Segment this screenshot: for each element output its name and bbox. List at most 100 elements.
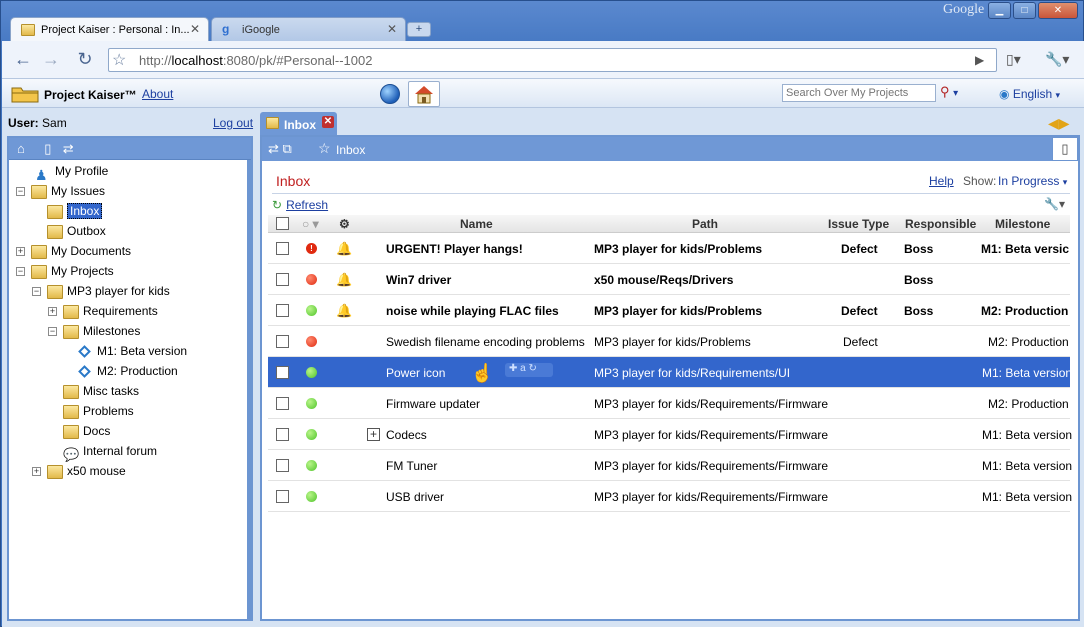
row-checkbox[interactable] — [276, 304, 289, 317]
navigation-panel: ⌂ ▯ ⇄ ♟ My Profile − My Issues Inbox Outbo… — [7, 136, 253, 621]
new-tab-button[interactable]: + — [407, 22, 431, 37]
tree-node-my-documents[interactable]: + My Documents — [16, 241, 131, 261]
table-row[interactable]: 🔔 Win7 driver x50 mouse/Reqs/Drivers Bos… — [268, 264, 1070, 295]
table-row-selected[interactable]: Power icon ✚ a ↻ ☝ MP3 player for kids/R… — [268, 357, 1072, 388]
col-issue-type[interactable]: Issue Type — [828, 217, 889, 231]
search-input[interactable] — [782, 84, 936, 102]
logout-link[interactable]: Log out — [213, 116, 253, 130]
tree-node-problems[interactable]: Problems — [63, 401, 134, 421]
tree-node-m2[interactable]: M2: Production — [77, 361, 178, 381]
new-document-icon[interactable]: ▯ — [44, 141, 51, 157]
expand-icon[interactable]: + — [32, 467, 41, 477]
row-checkbox[interactable] — [276, 459, 289, 472]
row-actions-icon[interactable]: ✚ a ↻ — [505, 363, 553, 377]
collapse-icon[interactable]: − — [32, 287, 41, 297]
reload-button[interactable]: ↻ — [72, 47, 98, 73]
table-row[interactable]: FM Tuner MP3 player for kids/Requirement… — [268, 450, 1072, 481]
col-name[interactable]: Name — [460, 217, 493, 231]
tree-node-misc-tasks[interactable]: Misc tasks — [63, 381, 139, 401]
close-window-button[interactable]: ✕ — [1038, 2, 1078, 19]
globe-small-icon: ◉ — [999, 87, 1010, 101]
user-name: Sam — [42, 116, 67, 130]
show-filter-dropdown[interactable]: In Progress ▾ — [998, 174, 1067, 188]
tree-node-my-issues[interactable]: − My Issues — [16, 181, 105, 201]
milestone-icon — [78, 365, 91, 379]
row-checkbox[interactable] — [276, 490, 289, 503]
table-row[interactable]: Swedish filename encoding problems MP3 p… — [268, 326, 1070, 357]
expand-icon[interactable]: + — [48, 307, 57, 317]
tree-node-my-profile[interactable]: ♟ My Profile — [35, 161, 108, 183]
tree-node-m1[interactable]: M1: Beta version — [77, 341, 187, 361]
home-button[interactable] — [408, 81, 440, 107]
tree-node-milestones[interactable]: − Milestones — [48, 321, 140, 341]
folder-icon — [31, 244, 47, 259]
table-row[interactable]: Firmware updater MP3 player for kids/Req… — [268, 388, 1070, 419]
document-icon[interactable]: ▯ — [1052, 137, 1078, 161]
col-milestone[interactable]: Milestone — [995, 217, 1050, 231]
page-menu-icon[interactable]: ▯▾ — [1006, 51, 1021, 68]
page-title: Inbox — [276, 173, 311, 189]
project-folder-icon — [47, 464, 63, 479]
panel-splitter[interactable] — [247, 160, 251, 619]
go-icon[interactable]: ▶ — [975, 53, 984, 67]
app-area: Project Kaiser™ About ⚲ ▾ ◉ English ▾ Us… — [2, 79, 1084, 627]
expand-icon[interactable]: + — [367, 428, 380, 441]
browser-tab-active[interactable]: Project Kaiser : Personal : In... ✕ — [10, 17, 209, 42]
tree-node-my-projects[interactable]: − My Projects — [16, 261, 114, 281]
row-checkbox[interactable] — [276, 273, 289, 286]
minimize-button[interactable]: ▁ — [988, 2, 1011, 19]
nav-toolbar: ⌂ ▯ ⇄ — [9, 138, 251, 160]
col-responsible[interactable]: Responsible — [905, 217, 976, 231]
sync-icon[interactable]: ⇄ — [63, 141, 74, 157]
help-link[interactable]: Help — [929, 174, 954, 188]
row-checkbox[interactable] — [276, 242, 289, 255]
maximize-button[interactable]: □ — [1013, 2, 1036, 19]
gear-icon[interactable]: ⚙ — [339, 217, 350, 231]
table-row[interactable]: ! 🔔 URGENT! Player hangs! MP3 player for… — [268, 233, 1070, 264]
forward-button[interactable]: → — [38, 47, 64, 73]
browser-tab-igoogle[interactable]: g iGoogle ✕ — [211, 17, 406, 42]
collapse-icon[interactable]: − — [48, 327, 57, 337]
refresh-link[interactable]: ↻ Refresh — [272, 198, 328, 212]
tree-node-x50-mouse[interactable]: + x50 mouse — [32, 461, 126, 481]
select-all-checkbox[interactable] — [276, 217, 289, 230]
search-icon[interactable]: ⚲ ▾ — [940, 84, 958, 100]
wrench-menu-icon[interactable]: 🔧▾ — [1045, 51, 1069, 68]
collapse-icon[interactable]: − — [16, 267, 25, 277]
tree-node-inbox[interactable]: Inbox — [47, 201, 103, 221]
row-checkbox[interactable] — [276, 428, 289, 441]
row-checkbox[interactable] — [276, 335, 289, 348]
settings-wrench-icon[interactable]: 🔧▾ — [1044, 197, 1065, 211]
language-selector[interactable]: ◉ English ▾ — [999, 87, 1060, 101]
table-row[interactable]: 🔔 noise while playing FLAC files MP3 pla… — [268, 295, 1070, 326]
tree-node-mp3-player[interactable]: − MP3 player for kids — [32, 281, 170, 301]
table-row[interactable]: + Codecs MP3 player for kids/Requirement… — [268, 419, 1072, 450]
col-path[interactable]: Path — [692, 217, 718, 231]
tab-inbox[interactable]: Inbox ✕ — [260, 112, 337, 135]
home-icon[interactable]: ⌂ — [17, 141, 25, 156]
close-icon[interactable]: ✕ — [387, 22, 397, 36]
url-text[interactable]: http://localhost:8080/pk/#Personal--1002 — [139, 53, 372, 68]
tree-node-outbox[interactable]: Outbox — [47, 221, 106, 241]
row-checkbox[interactable] — [276, 397, 289, 410]
tree-node-internal-forum[interactable]: 💬 Internal forum — [63, 441, 157, 462]
address-bar[interactable]: ☆ http://localhost:8080/pk/#Personal--10… — [108, 48, 997, 72]
swap-icon[interactable]: ⇄ ⧉ — [268, 141, 292, 157]
status-column-icon[interactable]: ○ ▾ — [302, 217, 319, 231]
star-icon[interactable]: ☆ — [112, 50, 126, 70]
tree-node-docs[interactable]: Docs — [63, 421, 110, 441]
close-tab-icon[interactable]: ✕ — [322, 116, 334, 128]
collapse-icon[interactable]: − — [16, 187, 25, 197]
close-icon[interactable]: ✕ — [190, 22, 200, 36]
status-green-icon — [306, 491, 317, 502]
table-row[interactable]: USB driver MP3 player for kids/Requireme… — [268, 481, 1072, 512]
star-icon[interactable]: ☆ — [318, 140, 331, 157]
globe-icon[interactable] — [380, 84, 400, 104]
expand-icon[interactable]: + — [16, 247, 25, 257]
back-button[interactable]: ← — [10, 47, 36, 73]
app-brand: Project Kaiser™ — [44, 88, 137, 102]
tree-node-requirements[interactable]: + Requirements — [48, 301, 158, 321]
row-checkbox[interactable] — [276, 366, 289, 379]
tab-scroll-arrows[interactable]: ◀▶ — [1048, 115, 1070, 132]
about-link[interactable]: About — [142, 87, 173, 101]
